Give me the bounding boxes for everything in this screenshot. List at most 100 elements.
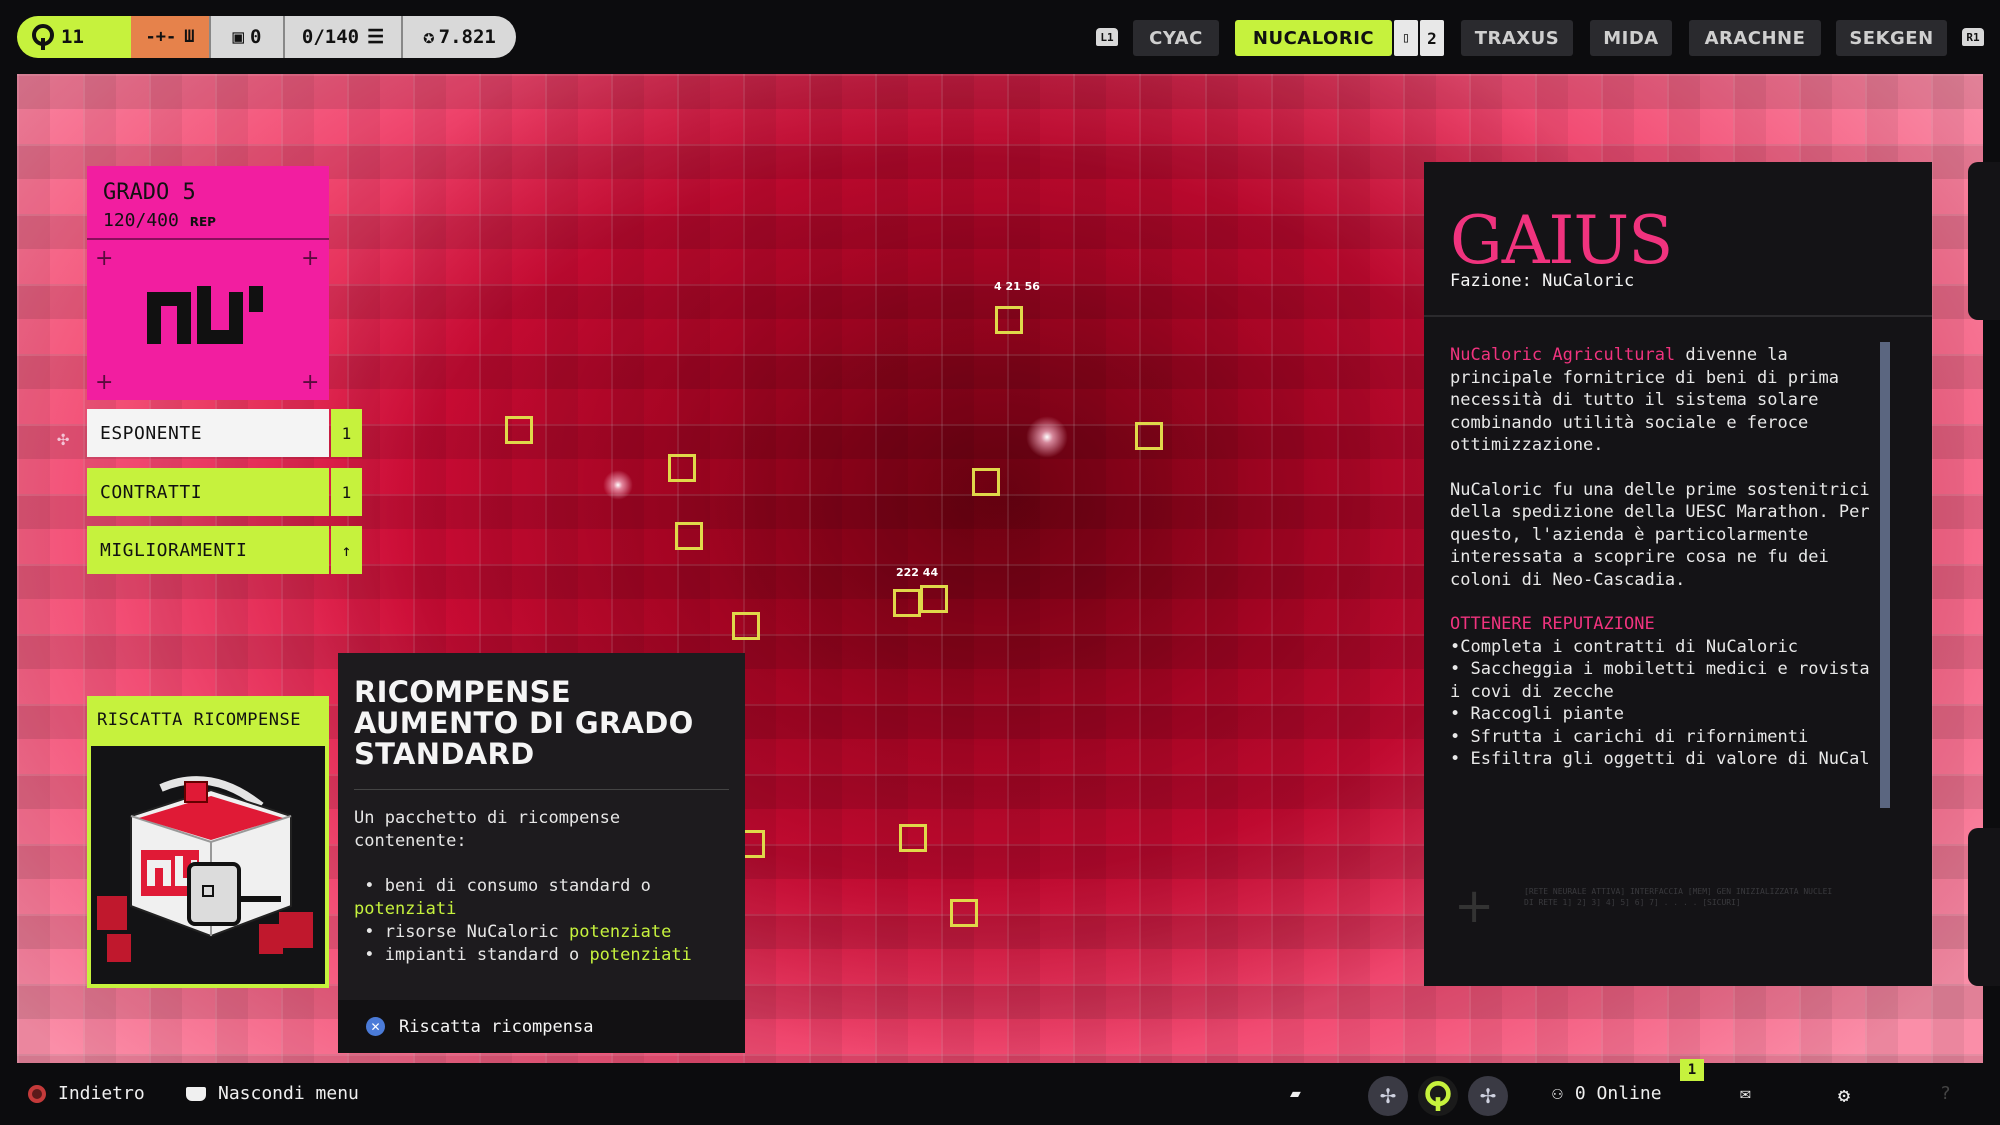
bottom-bar: Indietro Nascondi menu ▰ ✢ ✢ ⚇ 0 Online … bbox=[0, 1059, 2000, 1125]
tab-sekgen[interactable]: SEKGEN bbox=[1836, 20, 1947, 56]
map-marker[interactable] bbox=[675, 522, 703, 550]
menu-esponente-value: 1 bbox=[331, 409, 362, 457]
help-icon: ? bbox=[1940, 1083, 1951, 1104]
hide-menu-button[interactable]: Nascondi menu bbox=[186, 1083, 359, 1104]
online-friends[interactable]: ⚇ 0 Online bbox=[1552, 1083, 1662, 1104]
chat-button[interactable]: ▰ bbox=[1290, 1083, 1301, 1104]
contact-faction: Fazione: NuCaloric bbox=[1450, 271, 1635, 291]
map-marker[interactable] bbox=[893, 589, 921, 617]
corner-plus-icon: + bbox=[301, 246, 320, 271]
reward-item-highlight: potenziate bbox=[568, 922, 672, 942]
tab-cyac[interactable]: CYAC bbox=[1133, 20, 1219, 56]
reputation-item: • Esfiltra gli oggetti di valore di NuCa… bbox=[1450, 749, 1870, 769]
corner-plus-icon: + bbox=[95, 370, 114, 395]
dpad-icon: ✢ bbox=[1379, 1084, 1397, 1108]
dpad-left-button[interactable]: ✢ bbox=[1368, 1076, 1408, 1116]
reputation-item: • Saccheggia i mobiletti medici e rovist… bbox=[1450, 659, 1870, 702]
back-label: Indietro bbox=[58, 1083, 145, 1104]
help-button[interactable]: ? bbox=[1940, 1083, 1951, 1104]
backpack-indicator: ▣ 0 bbox=[209, 16, 283, 58]
grade-title: GRADO 5 bbox=[103, 180, 196, 205]
map-marker[interactable] bbox=[920, 585, 948, 613]
capacity-indicator: 0/140 ☰ bbox=[283, 16, 401, 58]
notification-badge: 1 bbox=[1680, 1059, 1704, 1081]
player-icon bbox=[32, 24, 54, 50]
map-marker[interactable] bbox=[899, 824, 927, 852]
level-value: 11 bbox=[61, 26, 84, 48]
tab-arachne[interactable]: ARACHNE bbox=[1689, 20, 1821, 56]
corner-plus-icon: + bbox=[301, 370, 320, 395]
map-marker[interactable] bbox=[505, 416, 533, 444]
profile-button[interactable] bbox=[1418, 1076, 1458, 1116]
map-coordinate-label: 4 21 56 bbox=[994, 280, 1040, 293]
level-indicator: 11 bbox=[17, 16, 131, 58]
redeem-reward-button[interactable]: ✕ Riscatta ricompensa bbox=[338, 1000, 745, 1053]
redeem-rewards-card[interactable]: RISCATTA RICOMPENSE bbox=[87, 696, 329, 988]
lore-text: NuCaloric Agricultural divenne la princi… bbox=[1450, 344, 1880, 771]
crosshair-decoration-icon: + bbox=[1454, 878, 1495, 934]
map-marker[interactable] bbox=[732, 612, 760, 640]
list-item: • beni di consumo standard o potenziati bbox=[354, 876, 651, 919]
settings-button[interactable]: ⚙ bbox=[1838, 1083, 1850, 1107]
cross-button-icon: ✕ bbox=[366, 1017, 385, 1036]
side-edge-tab bbox=[1968, 828, 2000, 986]
tooltip-reward-list: • beni di consumo standard o potenziati … bbox=[354, 875, 734, 967]
lore-scrollbar[interactable] bbox=[1880, 342, 1890, 808]
menu-contratti[interactable]: CONTRATTI bbox=[87, 468, 329, 516]
faction-rank-card: GRADO 5 120/400 REP + + + + bbox=[87, 166, 329, 400]
reward-crate-image bbox=[91, 746, 325, 984]
back-button[interactable]: Indietro bbox=[28, 1083, 145, 1104]
tab-nucaloric-badge: ▯ bbox=[1394, 20, 1418, 56]
faction-lore-panel: GAIUS Fazione: NuCaloric NuCaloric Agric… bbox=[1424, 162, 1932, 986]
reputation-heading: OTTENERE REPUTAZIONE bbox=[1450, 614, 1655, 634]
system-fine-print: [RETE NEURALE ATTIVA] INTERFACCIA [MEM] … bbox=[1524, 887, 1833, 907]
reputation-unit: REP bbox=[189, 215, 216, 229]
reward-item-highlight: potenziati bbox=[354, 899, 457, 919]
reward-item-text: beni di consumo standard o bbox=[384, 876, 651, 896]
reward-item-text: impianti standard o bbox=[384, 945, 580, 965]
map-marker[interactable] bbox=[995, 306, 1023, 334]
list-item: • risorse NuCaloric potenziate bbox=[354, 922, 672, 942]
currency-value: 7.821 bbox=[438, 26, 496, 48]
redeem-reward-label: Riscatta ricompensa bbox=[399, 1016, 594, 1037]
map-marker[interactable] bbox=[950, 899, 978, 927]
nucaloric-logo bbox=[147, 286, 269, 348]
reputation-item: • Raccogli piante bbox=[1450, 704, 1624, 724]
reputation-progress: 120/400 REP bbox=[103, 210, 216, 231]
dpad-right-button[interactable]: ✢ bbox=[1468, 1076, 1508, 1116]
r1-bumper-icon: R1 bbox=[1962, 28, 1984, 46]
player-hud: 11 -+- Ш ▣ 0 0/140 ☰ ✪ 7.821 bbox=[17, 16, 516, 58]
tab-nucaloric-count: 2 bbox=[1420, 20, 1444, 56]
corner-plus-icon: + bbox=[95, 246, 114, 271]
lore-paragraph: NuCaloric Agricultural divenne la princi… bbox=[1450, 344, 1880, 457]
tab-traxus[interactable]: TRAXUS bbox=[1461, 20, 1573, 56]
map-light bbox=[1026, 416, 1068, 458]
menu-miglioramenti-arrow-icon: ↑ bbox=[331, 526, 362, 574]
tooltip-title: RICOMPENSE AUMENTO DI GRADO STANDARD bbox=[354, 675, 694, 771]
reward-tooltip: RICOMPENSE AUMENTO DI GRADO STANDARD Un … bbox=[338, 653, 745, 1053]
menu-contratti-value: 1 bbox=[331, 468, 362, 516]
nucaloric-logo-icon bbox=[147, 286, 263, 344]
reputation-item: • Sfrutta i carichi di rifornimenti bbox=[1450, 726, 1809, 747]
tab-mida[interactable]: MIDA bbox=[1590, 20, 1672, 56]
map-marker[interactable] bbox=[1135, 422, 1163, 450]
mail-button[interactable]: ✉ bbox=[1740, 1083, 1751, 1104]
map-marker[interactable] bbox=[668, 454, 696, 482]
chat-icon: ▰ bbox=[1290, 1083, 1301, 1104]
card-divider bbox=[87, 238, 329, 240]
hide-menu-label: Nascondi menu bbox=[218, 1083, 359, 1104]
redeem-rewards-title: RISCATTA RICOMPENSE bbox=[97, 710, 301, 730]
friends-icon: ⚇ bbox=[1552, 1083, 1563, 1104]
lore-divider bbox=[1424, 315, 1932, 317]
contact-name: GAIUS bbox=[1450, 202, 1673, 279]
touchpad-icon bbox=[186, 1086, 206, 1101]
map-marker[interactable] bbox=[972, 468, 1000, 496]
tab-nucaloric[interactable]: NUCALORIC bbox=[1235, 20, 1392, 56]
menu-esponente[interactable]: ESPONENTE bbox=[87, 409, 329, 457]
reputation-item: •Completa i contratti di NuCaloric bbox=[1450, 636, 1798, 657]
contract-icon: ▯ bbox=[1401, 30, 1411, 46]
menu-miglioramenti[interactable]: MIGLIORAMENTI bbox=[87, 526, 329, 574]
gear-icon: ⚙ bbox=[1838, 1083, 1851, 1107]
map-light bbox=[603, 470, 633, 500]
loadout-indicator: -+- Ш bbox=[131, 16, 209, 58]
